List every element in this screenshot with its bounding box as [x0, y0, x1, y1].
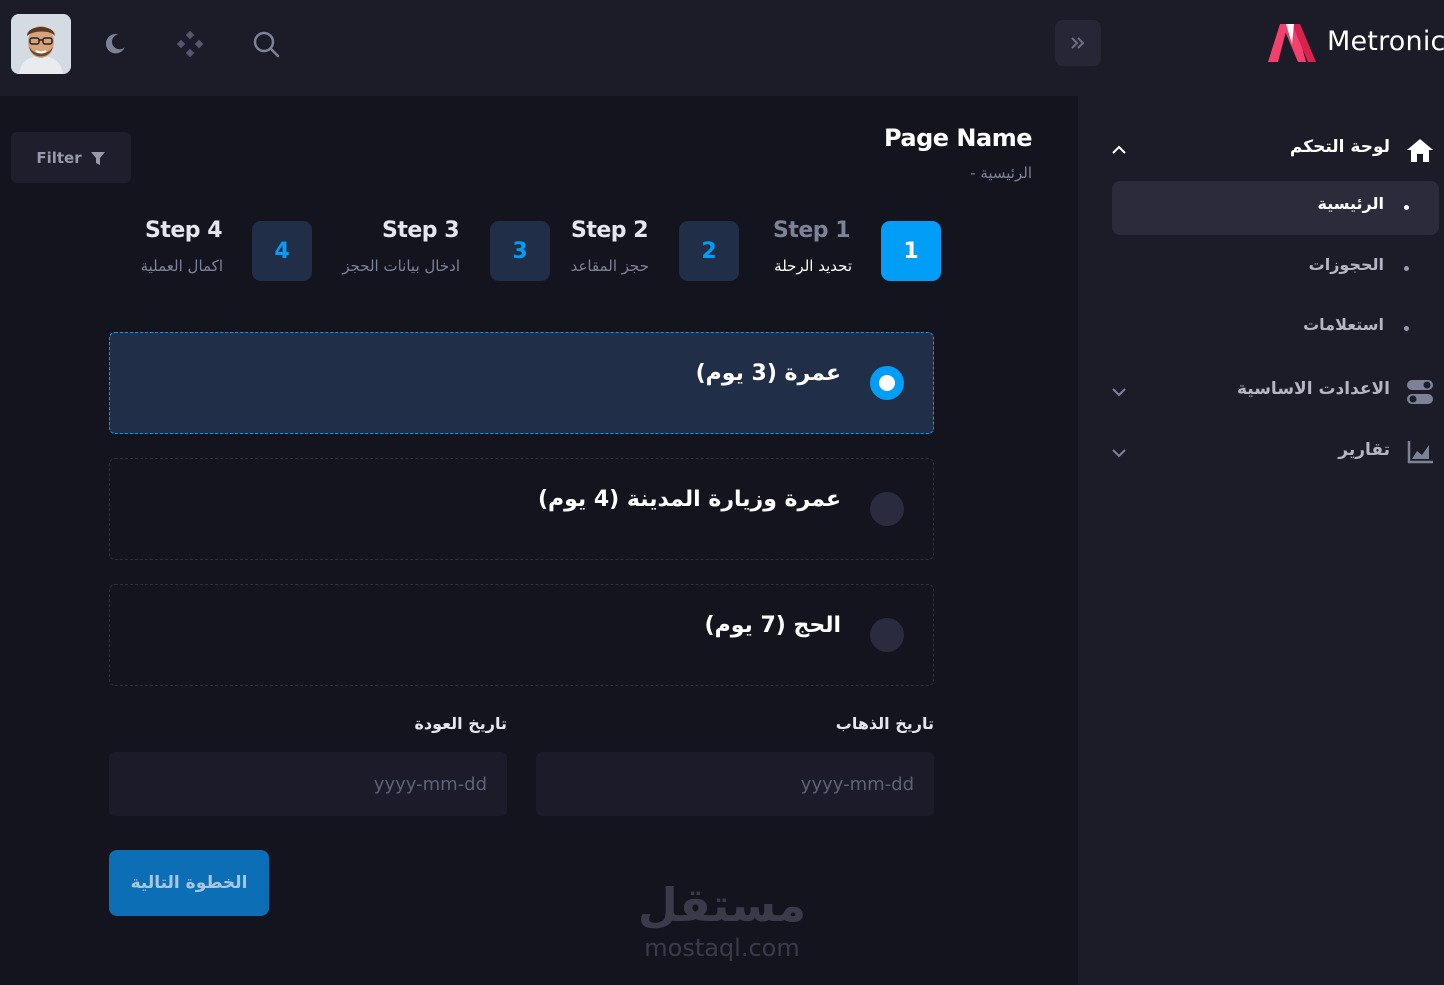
watermark-latin: mostaql.com — [644, 934, 800, 962]
chevron-down-icon — [1111, 386, 1127, 398]
step-3-number[interactable]: 3 — [490, 221, 550, 281]
option-label: الحج (7 يوم) — [704, 613, 841, 638]
bullet-icon — [1404, 326, 1409, 331]
option-label: عمرة (3 يوم) — [695, 361, 841, 386]
chevrons-right-icon — [1071, 37, 1085, 49]
breadcrumb[interactable]: الرئيسية - — [970, 164, 1032, 182]
watermark: مستقل mostaql.com — [632, 880, 812, 966]
brand-name: Metronic — [1327, 26, 1444, 57]
chart-icon — [1406, 439, 1434, 465]
toggle-icon — [1406, 378, 1434, 406]
step-2-description: حجز المقاعد — [570, 257, 649, 275]
step-4-description: اكمال العملية — [140, 257, 223, 275]
sidebar-item-label: لوحة التحكم — [1289, 137, 1390, 157]
sidebar-item-bookings[interactable]: الحجوزات — [1309, 255, 1384, 274]
moon-icon[interactable] — [99, 28, 131, 60]
step-3-title: Step 3 — [382, 218, 460, 243]
filter-button[interactable]: Filter — [11, 132, 131, 183]
user-avatar[interactable] — [11, 14, 71, 74]
page-title: Page Name — [883, 124, 1033, 152]
radio-button-selected[interactable] — [870, 366, 904, 400]
radio-button[interactable] — [870, 618, 904, 652]
radio-button[interactable] — [870, 492, 904, 526]
sidebar-item-label: الاعدادت الاساسية — [1236, 379, 1390, 399]
bullet-icon — [1404, 266, 1409, 271]
sidebar-toggle-button[interactable] — [1055, 20, 1101, 66]
return-date-input[interactable] — [109, 752, 507, 816]
filter-label: Filter — [36, 148, 82, 167]
next-step-button[interactable]: الخطوة التالية — [109, 850, 269, 916]
step-1-title: Step 1 — [773, 218, 851, 243]
sidebar-item-home[interactable]: الرئيسية — [1318, 194, 1385, 213]
step-4-title: Step 4 — [145, 218, 223, 243]
return-date-label: تاريخ العودة — [414, 714, 507, 733]
watermark-arabic: مستقل — [637, 878, 807, 932]
chevron-up-icon — [1111, 144, 1127, 156]
step-2-number[interactable]: 2 — [679, 221, 739, 281]
departure-date-label: تاريخ الذهاب — [835, 714, 934, 733]
sidebar-item-home-active[interactable] — [1112, 181, 1439, 235]
step-1-description: تحديد الرحلة — [774, 257, 852, 275]
step-1-number[interactable]: 1 — [881, 221, 941, 281]
top-bar: Metronic — [0, 0, 1444, 96]
step-4-number[interactable]: 4 — [252, 221, 312, 281]
brand-logo[interactable] — [1266, 22, 1318, 64]
trip-option-umrah[interactable]: عمرة (3 يوم) — [109, 332, 934, 434]
step-3-description: ادخال بيانات الحجز — [342, 257, 460, 275]
step-2-title: Step 2 — [571, 218, 649, 243]
trip-option-hajj[interactable]: الحج (7 يوم) — [109, 584, 934, 686]
metronic-logo-icon — [1268, 24, 1316, 62]
search-icon[interactable] — [250, 28, 282, 60]
chevron-down-icon — [1111, 447, 1127, 459]
bullet-icon — [1404, 205, 1409, 210]
trip-option-umrah-madinah[interactable]: عمرة وزيارة المدينة (4 يوم) — [109, 458, 934, 560]
departure-date-input[interactable] — [536, 752, 934, 816]
home-icon — [1406, 137, 1434, 163]
avatar-image — [11, 14, 71, 74]
sidebar-item-label: تقارير — [1338, 440, 1390, 460]
apps-icon[interactable] — [174, 28, 206, 60]
sidebar-item-inquiries[interactable]: استعلامات — [1303, 315, 1384, 334]
option-label: عمرة وزيارة المدينة (4 يوم) — [537, 487, 841, 512]
funnel-icon — [90, 151, 105, 165]
